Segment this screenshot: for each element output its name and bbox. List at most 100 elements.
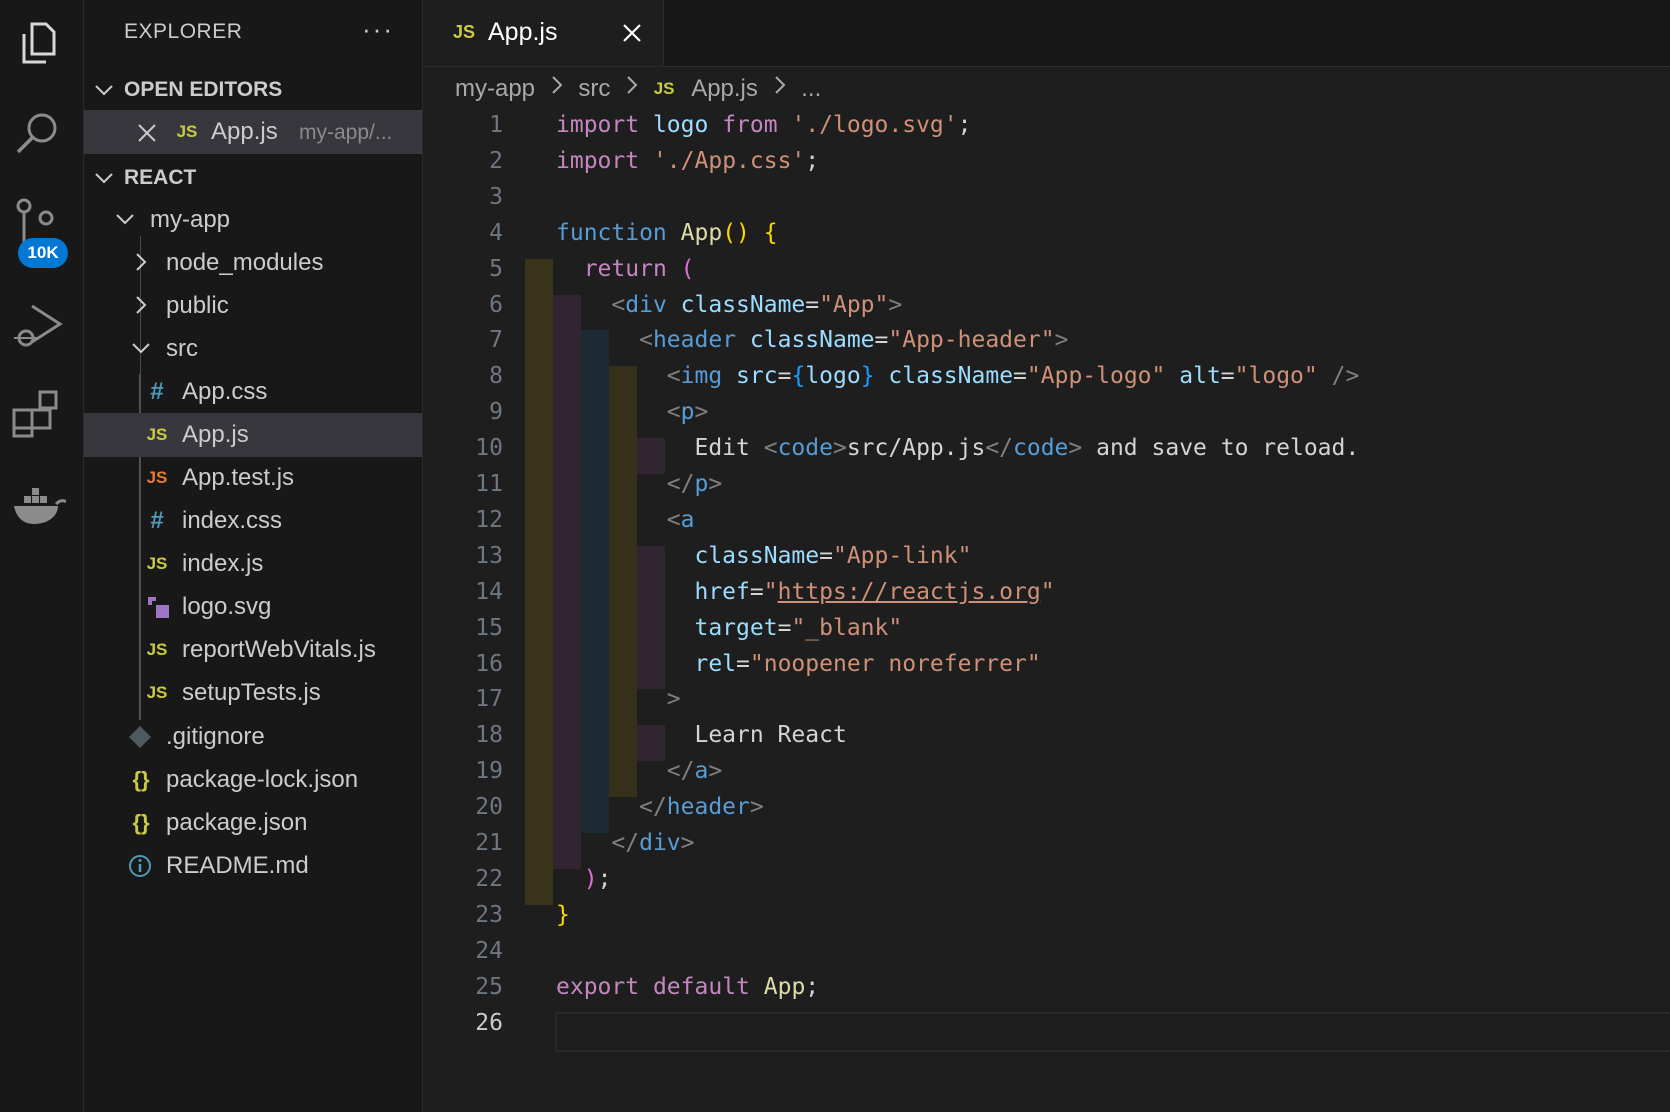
- code-line: <div className="App">: [611, 291, 903, 318]
- explorer-sidebar: EXPLORER ··· OPEN EDITORS JS App.js my-a…: [84, 0, 423, 1112]
- code-line: Learn React: [556, 722, 847, 749]
- code-line: </header>: [639, 794, 764, 821]
- code-line: return (: [583, 255, 695, 282]
- chevron-down-icon: [116, 214, 134, 225]
- run-debug-icon[interactable]: [10, 298, 66, 354]
- info-icon: [129, 855, 151, 877]
- tree-item-label: public: [166, 292, 229, 319]
- line-number: 4: [489, 219, 503, 246]
- code-line: <p>: [666, 399, 709, 426]
- line-number: 20: [475, 794, 503, 821]
- line-number: 21: [475, 830, 503, 856]
- workspace-label: REACT: [124, 166, 197, 189]
- tab-app-js[interactable]: JS App.js: [423, 0, 664, 66]
- code-line: );: [583, 865, 612, 892]
- explorer-icon[interactable]: [10, 16, 66, 72]
- close-icon[interactable]: [136, 122, 158, 144]
- breadcrumb-item[interactable]: ...: [801, 75, 821, 103]
- code-line: import logo from './logo.svg';: [556, 112, 972, 138]
- code-line: export default App;: [556, 973, 820, 1000]
- tree-item-index-js[interactable]: JS index.js: [84, 542, 422, 586]
- tree-item-my-app[interactable]: my-app: [84, 198, 422, 242]
- tree-item-app-css[interactable]: # App.css: [84, 370, 422, 414]
- line-number: 15: [475, 614, 503, 641]
- code-line: className="App-link": [694, 542, 972, 569]
- sidebar-title: EXPLORER: [124, 20, 243, 43]
- line-number: 17: [475, 686, 503, 713]
- line-number: 25: [475, 973, 503, 1000]
- code-line: </p>: [666, 471, 723, 497]
- tree-item-label: reportWebVitals.js: [182, 636, 376, 663]
- extensions-icon[interactable]: [10, 388, 66, 444]
- tree-item-public[interactable]: public: [84, 284, 422, 328]
- line-number: 13: [475, 542, 503, 569]
- tree-item-label: src: [166, 335, 198, 362]
- tree-item-app-test-js[interactable]: JS App.test.js: [84, 456, 422, 500]
- line-number: 9: [489, 399, 503, 426]
- tree-item-label: package.json: [166, 809, 308, 836]
- source-control-badge: 10K: [18, 238, 68, 268]
- line-number: 16: [475, 650, 503, 677]
- line-number: 19: [475, 758, 503, 785]
- js-file-icon: JS: [146, 683, 168, 702]
- tab-bar: JS App.js: [423, 0, 1670, 67]
- css-file-icon: #: [150, 378, 164, 405]
- code-editor[interactable]: 1 2 3 4 5 6 7 8 9 10 11 12 13 14 15 16 17 18 19 20 21 22 23 24 2…: [423, 112, 1670, 1112]
- tree-item-gitignore[interactable]: .gitignore: [84, 715, 422, 759]
- close-icon[interactable]: [619, 20, 645, 46]
- tree-item-package-json[interactable]: {} package.json: [84, 801, 422, 845]
- tree-item-src[interactable]: src: [84, 327, 422, 371]
- line-number: 8: [489, 363, 503, 390]
- line-number: 22: [475, 865, 503, 892]
- line-number: 18: [475, 722, 503, 749]
- json-file-icon: {}: [132, 810, 150, 835]
- code-line: import './App.css';: [556, 147, 820, 174]
- chevron-down-icon: [132, 343, 150, 354]
- line-number: 24: [475, 937, 503, 964]
- tree-item-label: App.css: [182, 378, 268, 405]
- tree-item-label: README.md: [166, 852, 309, 879]
- code-line: function App() {: [556, 219, 778, 246]
- code-line: target="_blank": [694, 614, 903, 641]
- code-line: </div>: [611, 830, 695, 856]
- open-editor-name: App.js: [211, 118, 278, 145]
- breadcrumb-item[interactable]: src: [578, 75, 610, 103]
- tree-item-index-css[interactable]: # index.css: [84, 499, 422, 543]
- chevron-right-icon: [550, 74, 564, 103]
- tree-item-label: my-app: [150, 206, 231, 233]
- open-editor-item[interactable]: JS App.js my-app/...: [84, 110, 422, 154]
- tree-item-readme[interactable]: README.md: [84, 844, 422, 888]
- breadcrumb: my-app src JS App.js ...: [455, 74, 821, 110]
- chevron-right-icon: [136, 253, 147, 271]
- tree-item-report-web-vitals[interactable]: JS reportWebVitals.js: [84, 628, 422, 672]
- code-line: <header className="App-header">: [639, 327, 1069, 354]
- tree-item-label: node_modules: [166, 249, 324, 276]
- tree-item-label: index.css: [182, 507, 283, 534]
- breadcrumb-item[interactable]: my-app: [455, 75, 535, 103]
- chevron-right-icon: [136, 296, 147, 314]
- more-actions-button[interactable]: ···: [362, 14, 394, 45]
- tree-item-setup-tests[interactable]: JS setupTests.js: [84, 671, 422, 715]
- tree-item-app-js[interactable]: JS App.js: [84, 413, 422, 457]
- code-line: rel="noopener noreferrer": [694, 650, 1041, 677]
- line-number: 6: [489, 291, 503, 318]
- tree-item-label: package-lock.json: [166, 766, 359, 793]
- workspace-header[interactable]: REACT: [84, 158, 422, 198]
- test-js-file-icon: JS: [146, 468, 168, 487]
- js-file-icon: JS: [176, 122, 198, 141]
- tree-item-label: .gitignore: [166, 723, 265, 750]
- line-number: 11: [475, 471, 503, 497]
- chevron-down-icon: [95, 173, 113, 184]
- line-number: 1: [489, 112, 503, 138]
- js-file-icon: JS: [146, 640, 168, 659]
- search-icon[interactable]: [10, 106, 66, 162]
- line-number: 12: [475, 506, 503, 533]
- git-file-icon: [129, 726, 151, 748]
- breadcrumb-item[interactable]: App.js: [691, 75, 758, 103]
- open-editors-header[interactable]: OPEN EDITORS: [84, 70, 422, 110]
- tree-item-node-modules[interactable]: node_modules: [84, 241, 422, 285]
- indent-guide: [525, 258, 553, 905]
- tree-item-package-lock-json[interactable]: {} package-lock.json: [84, 758, 422, 802]
- tree-item-logo-svg[interactable]: logo.svg: [84, 585, 422, 629]
- docker-icon[interactable]: [10, 478, 68, 534]
